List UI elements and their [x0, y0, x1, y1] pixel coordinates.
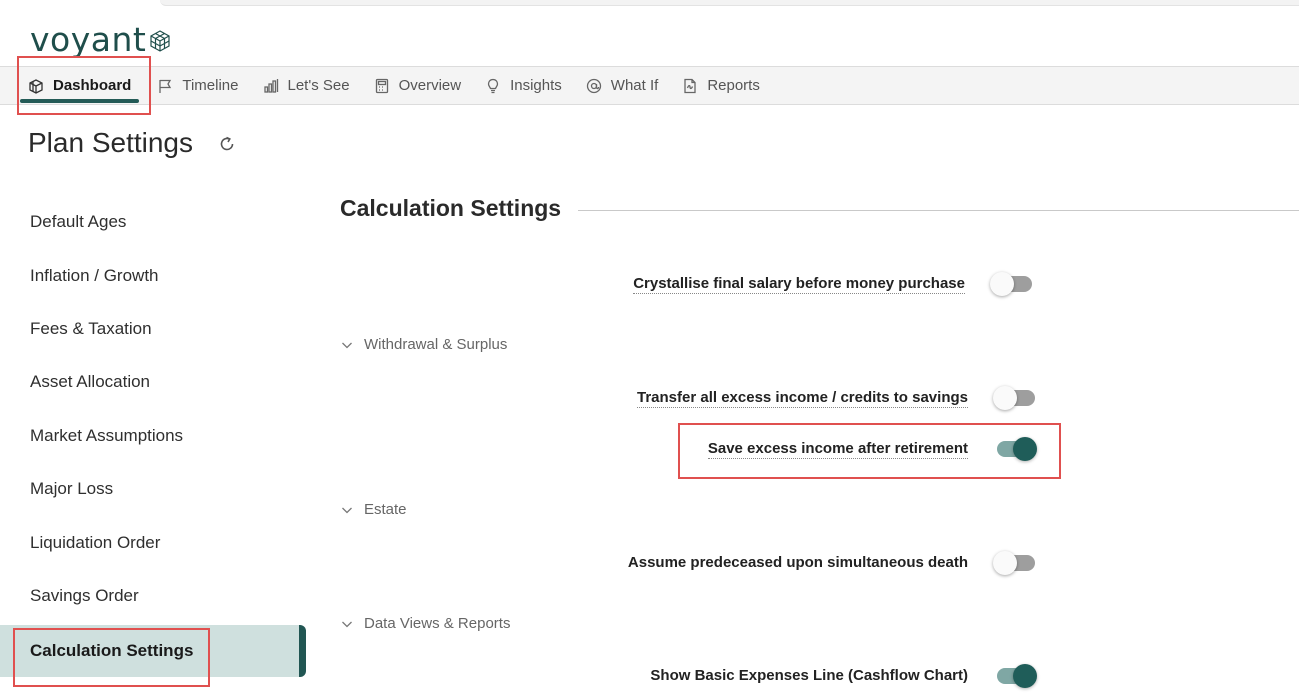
sidebar-item-label: Default Ages: [30, 212, 127, 231]
group-label: Data Views & Reports: [364, 615, 511, 632]
nav-tab-label: Timeline: [182, 77, 239, 94]
sidebar-item-asset-allocation[interactable]: Asset Allocation: [0, 356, 306, 408]
sidebar-item-label: Inflation / Growth: [30, 266, 159, 285]
nav-tab-lets-see[interactable]: Let's See: [263, 67, 350, 104]
nav-tab-label: Reports: [707, 77, 760, 94]
sidebar-item-calculation-settings[interactable]: Calculation Settings: [0, 625, 306, 677]
section-title: Calculation Settings: [340, 195, 562, 221]
at-sign-icon: [586, 78, 601, 93]
nav-tab-reports[interactable]: Reports: [682, 67, 760, 104]
sidebar-item-savings-order[interactable]: Savings Order: [0, 570, 306, 622]
toggle-thumb: [993, 386, 1017, 410]
sidebar-item-label: Liquidation Order: [30, 533, 161, 552]
sidebar-item-major-loss[interactable]: Major Loss: [0, 463, 306, 515]
setting-label-save-excess: Save excess income after retirement: [707, 440, 968, 459]
nav-tab-label: What If: [610, 77, 659, 94]
toggle-save-excess[interactable]: [993, 437, 1037, 461]
nav-tab-label: Overview: [398, 77, 462, 94]
brand-logo[interactable]: voyant: [30, 18, 171, 58]
document-icon: [684, 78, 696, 93]
main-nav: Dashboard Timeline Let's See Overview In…: [0, 66, 1299, 105]
nav-tab-insights[interactable]: Insights: [485, 67, 562, 104]
lightbulb-icon: [487, 78, 499, 93]
sidebar-item-market-assumptions[interactable]: Market Assumptions: [0, 410, 306, 462]
sidebar-item-label: Market Assumptions: [30, 426, 184, 445]
sidebar-item-liquidation-order[interactable]: Liquidation Order: [0, 517, 306, 569]
toggle-thumb: [1013, 437, 1037, 461]
toggle-basic-expenses-line[interactable]: [993, 664, 1037, 688]
sidebar-item-label: Asset Allocation: [30, 372, 151, 391]
page-title: Plan Settings: [28, 127, 193, 158]
group-estate[interactable]: Estate: [341, 501, 407, 518]
chevron-down-icon: [342, 342, 352, 348]
toggle-crystallise[interactable]: [990, 272, 1034, 296]
top-bar-edge: [160, 0, 1299, 6]
toggle-thumb: [993, 551, 1017, 575]
sidebar-item-inflation-growth[interactable]: Inflation / Growth: [0, 250, 306, 302]
flag-icon: [159, 79, 172, 93]
nav-tab-what-if[interactable]: What If: [586, 67, 659, 104]
browser-top-strip: [0, 0, 1299, 12]
setting-label-predeceased: Assume predeceased upon simultaneous dea…: [627, 554, 968, 571]
toggle-thumb: [1013, 664, 1037, 688]
nav-tab-overview[interactable]: Overview: [374, 67, 462, 104]
brand-cube-icon: [150, 30, 170, 52]
refresh-icon[interactable]: [217, 134, 237, 154]
sidebar-item-default-ages[interactable]: Default Ages: [0, 196, 306, 248]
box-icon: [29, 78, 43, 94]
sidebar-item-fees-taxation[interactable]: Fees & Taxation: [0, 303, 306, 355]
sidebar-item-label: Savings Order: [30, 586, 139, 605]
sidebar-item-label: Fees & Taxation: [30, 319, 152, 338]
bar-chart-icon: [263, 78, 278, 93]
nav-tab-label: Let's See: [287, 77, 350, 94]
nav-tab-dashboard[interactable]: Dashboard: [19, 67, 140, 104]
nav-tab-timeline[interactable]: Timeline: [157, 67, 239, 104]
group-withdrawal-surplus[interactable]: Withdrawal & Surplus: [341, 336, 507, 353]
group-data-views-reports[interactable]: Data Views & Reports: [341, 615, 510, 632]
brand-name: voyant: [30, 20, 147, 59]
toggle-transfer-excess[interactable]: [993, 386, 1037, 410]
nav-tab-label: Dashboard: [53, 77, 132, 94]
chevron-down-icon: [342, 507, 352, 513]
section-divider: [578, 210, 1299, 211]
nav-tab-label: Insights: [510, 77, 562, 94]
chevron-down-icon: [342, 621, 352, 627]
setting-label-basic-expenses-line: Show Basic Expenses Line (Cashflow Chart…: [650, 667, 968, 684]
setting-label-crystallise: Crystallise final salary before money pu…: [633, 275, 965, 294]
toggle-predeceased[interactable]: [993, 551, 1037, 575]
sidebar-item-label: Calculation Settings: [30, 641, 194, 660]
calculator-icon: [375, 78, 388, 93]
group-label: Estate: [364, 501, 407, 518]
setting-label-transfer-excess: Transfer all excess income / credits to …: [637, 389, 968, 408]
sidebar-item-label: Major Loss: [30, 479, 114, 498]
group-label: Withdrawal & Surplus: [364, 336, 508, 353]
toggle-thumb: [990, 272, 1014, 296]
